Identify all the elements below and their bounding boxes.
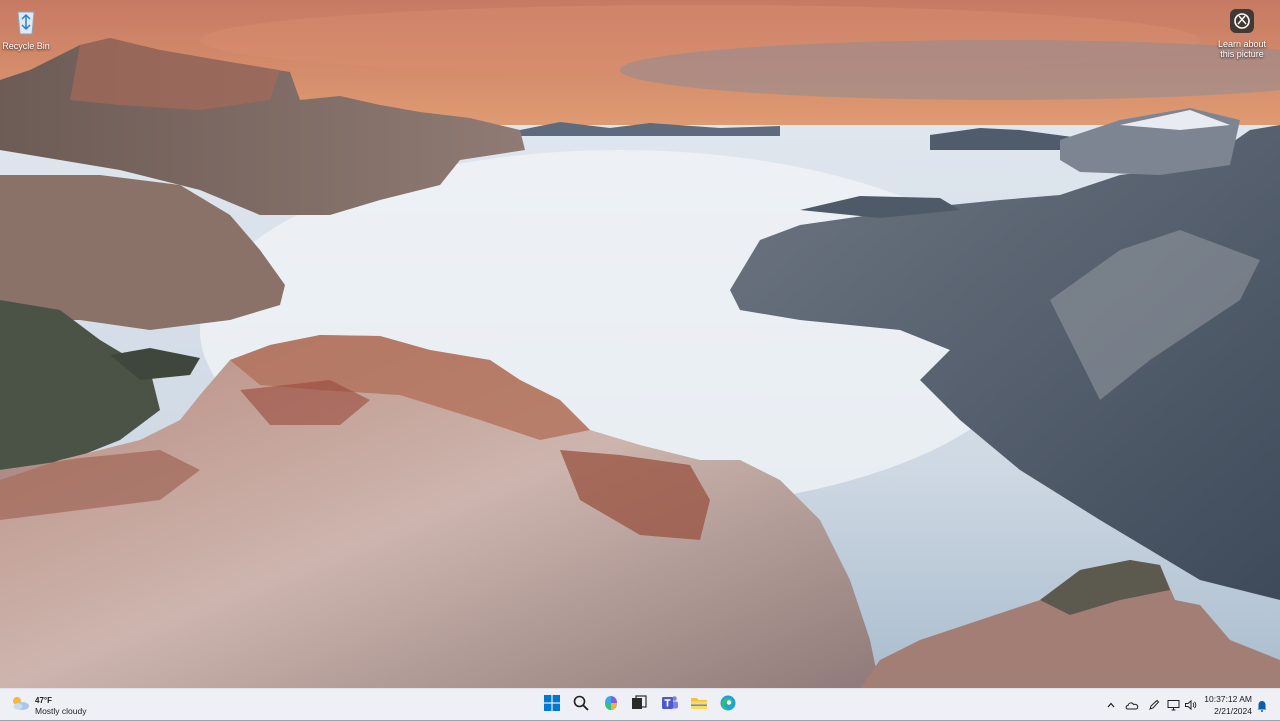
edge-button[interactable] bbox=[717, 694, 739, 716]
teams-button[interactable] bbox=[659, 694, 681, 716]
windows-logo-icon bbox=[544, 694, 560, 716]
weather-temperature: 47°F bbox=[35, 695, 52, 705]
search-icon bbox=[573, 695, 589, 716]
recycle-bin-label: Recycle Bin bbox=[2, 41, 50, 51]
edge-icon bbox=[719, 694, 737, 717]
bell-icon[interactable] bbox=[1255, 698, 1269, 712]
weather-condition: Mostly cloudy bbox=[35, 705, 87, 716]
volume-icon[interactable] bbox=[1183, 698, 1197, 712]
camera-lens-icon bbox=[1214, 8, 1270, 36]
partly-cloudy-icon bbox=[10, 695, 30, 716]
desktop-wallpaper bbox=[0, 0, 1280, 688]
folder-icon bbox=[690, 695, 708, 716]
network-icon[interactable] bbox=[1166, 698, 1180, 712]
task-view-button[interactable] bbox=[628, 694, 650, 716]
recycle-bin-shortcut[interactable]: Recycle Bin bbox=[0, 8, 52, 51]
learn-about-picture-shortcut[interactable]: Learn about this picture bbox=[1214, 8, 1270, 59]
teams-icon bbox=[661, 694, 679, 717]
search-button[interactable] bbox=[570, 694, 592, 716]
onedrive-icon[interactable] bbox=[1125, 698, 1139, 712]
task-view-icon bbox=[631, 694, 647, 716]
pen-icon[interactable] bbox=[1147, 698, 1161, 712]
copilot-button[interactable] bbox=[600, 694, 622, 716]
taskbar-clock[interactable]: 10:37:12 AM 2/21/2024 bbox=[1196, 693, 1252, 717]
clock-date: 2/21/2024 bbox=[1214, 706, 1252, 716]
taskbar: 47°F Mostly cloudy 10:37:12 AM 2/21/2024 bbox=[0, 688, 1280, 720]
chevron-up-icon[interactable] bbox=[1104, 698, 1118, 712]
start-button[interactable] bbox=[541, 694, 563, 716]
recycle-bin-icon bbox=[0, 8, 52, 38]
copilot-icon bbox=[602, 694, 620, 717]
clock-time: 10:37:12 AM bbox=[1204, 694, 1252, 704]
file-explorer-button[interactable] bbox=[688, 694, 710, 716]
weather-widget[interactable]: 47°F Mostly cloudy bbox=[10, 694, 87, 716]
learn-about-picture-label: Learn about this picture bbox=[1217, 39, 1267, 59]
